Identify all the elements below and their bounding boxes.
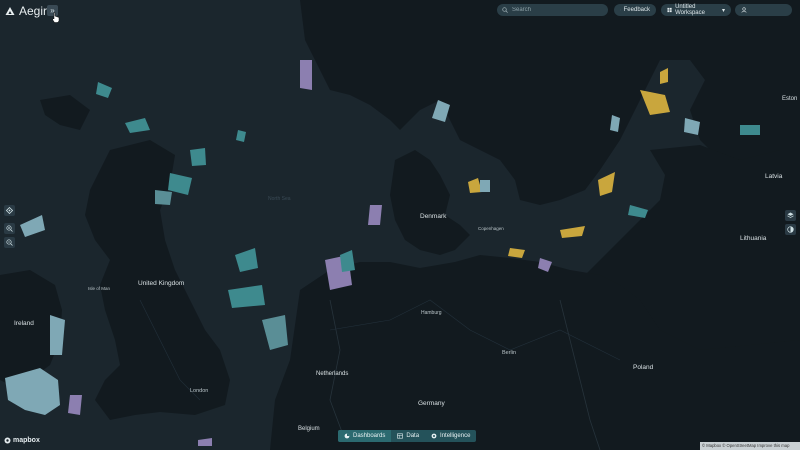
country-label: Netherlands (316, 371, 348, 377)
nav-intelligence[interactable]: Intelligence (425, 430, 476, 442)
locate-icon (6, 207, 13, 214)
zoom-out-icon (6, 239, 13, 246)
city-label: Copenhagen (478, 226, 504, 231)
pointer-cursor-icon (52, 12, 60, 23)
country-label: Eston (782, 96, 797, 102)
city-label: London (190, 388, 208, 394)
dashboard-icon (344, 433, 350, 439)
nav-label: Intelligence (440, 433, 471, 439)
zoom-out-button[interactable] (4, 237, 15, 248)
nav-label: Dashboards (353, 433, 386, 439)
city-label: Berlin (502, 350, 516, 356)
country-label: Germany (418, 400, 445, 407)
search-bar[interactable] (497, 4, 608, 16)
mapbox-label: mapbox (13, 437, 40, 444)
basemap-icon (787, 226, 794, 233)
country-label: Poland (633, 364, 654, 371)
nav-data[interactable]: Data (391, 430, 425, 442)
map-controls-left (4, 205, 15, 248)
feedback-icon (620, 9, 621, 11)
map-attribution[interactable]: © Mapbox © OpenStreetMap Improve this ma… (700, 442, 800, 450)
workspace-icon (667, 7, 672, 13)
user-icon (741, 7, 747, 13)
map-zone[interactable] (740, 125, 760, 135)
zoom-in-icon (6, 225, 13, 232)
map-zone[interactable] (480, 180, 490, 192)
layers-button[interactable] (785, 210, 796, 221)
aegir-logo-icon (5, 7, 15, 15)
map-controls-right (785, 210, 796, 235)
country-label: Ireland (14, 320, 34, 327)
basemap-button[interactable] (785, 224, 796, 235)
country-label: Lithuania (740, 235, 767, 242)
nav-dashboards[interactable]: Dashboards (338, 430, 392, 442)
app-root: Denmark United Kingdom Ireland Netherlan… (0, 0, 800, 450)
bottom-navigation: Dashboards Data Intelligence (338, 430, 477, 442)
layers-icon (787, 212, 794, 218)
map-zone[interactable] (190, 148, 206, 166)
user-menu-button[interactable] (735, 4, 792, 16)
data-icon (397, 433, 404, 439)
search-input[interactable] (512, 7, 602, 13)
nav-label: Data (406, 433, 420, 439)
map-zone[interactable] (155, 190, 172, 205)
workspace-label: Untitled Workspace (675, 4, 705, 16)
map-canvas[interactable]: Denmark United Kingdom Ireland Netherlan… (0, 0, 800, 450)
country-label: Belgium (298, 426, 320, 432)
app-name: Aegir (19, 4, 48, 18)
feedback-button[interactable]: Feedback (614, 4, 656, 16)
country-label: Denmark (420, 213, 447, 220)
city-label: Hamburg (421, 310, 442, 316)
mapbox-icon (4, 437, 11, 444)
map-zone[interactable] (300, 60, 312, 90)
chevron-down-icon: ▾ (721, 7, 725, 14)
zoom-in-button[interactable] (4, 223, 15, 234)
app-brand[interactable]: Aegir (5, 4, 47, 18)
search-icon (502, 7, 508, 13)
map-zone[interactable] (368, 205, 382, 225)
country-label: Latvia (765, 173, 783, 180)
map-zone[interactable] (68, 395, 82, 415)
top-bar: Aegir » Feedback (0, 0, 800, 23)
intelligence-icon (431, 433, 437, 439)
country-label: United Kingdom (138, 280, 184, 287)
mapbox-logo[interactable]: mapbox (4, 437, 40, 444)
locate-button[interactable] (4, 205, 15, 216)
city-label: Isle of Man (88, 286, 111, 291)
feedback-label: Feedback (623, 7, 650, 13)
sea-label: North Sea (268, 196, 291, 202)
workspace-selector[interactable]: Untitled Workspace ▾ (661, 4, 731, 16)
